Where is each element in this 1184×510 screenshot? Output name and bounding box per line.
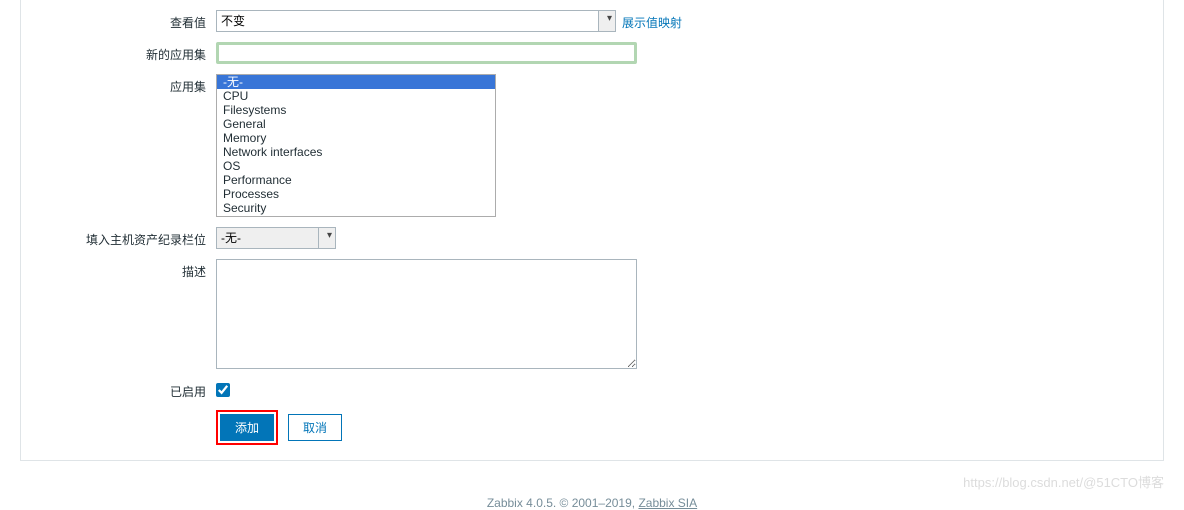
label-applications: 应用集 <box>41 74 216 95</box>
list-item[interactable]: OS <box>217 159 495 173</box>
row-inventory: 填入主机资产纪录栏位 -无- <box>41 227 1143 249</box>
input-new-application[interactable] <box>216 42 637 64</box>
select-view-values[interactable]: 不变 <box>216 10 616 32</box>
list-item[interactable]: Security <box>217 201 495 215</box>
row-new-app: 新的应用集 <box>41 42 1143 64</box>
list-item[interactable]: Memory <box>217 131 495 145</box>
checkbox-enabled[interactable] <box>216 383 230 397</box>
row-view-values: 查看值 不变 展示值映射 <box>41 10 1143 32</box>
button-row: 添加 取消 <box>216 410 1143 445</box>
list-item[interactable]: Performance <box>217 173 495 187</box>
cancel-button[interactable]: 取消 <box>288 414 342 441</box>
select-inventory-wrapper: -无- <box>216 227 336 249</box>
list-item[interactable]: CPU <box>217 89 495 103</box>
list-item[interactable]: Filesystems <box>217 103 495 117</box>
form-container: 查看值 不变 展示值映射 新的应用集 应用集 -无- CPU Filesyste… <box>20 0 1164 461</box>
watermark: https://blog.csdn.net/@51CTO博客 <box>963 472 1164 491</box>
list-item[interactable]: Network interfaces <box>217 145 495 159</box>
select-view-values-wrapper: 不变 <box>216 10 616 32</box>
add-button[interactable]: 添加 <box>220 414 274 441</box>
label-new-app: 新的应用集 <box>41 42 216 63</box>
list-item[interactable]: Processes <box>217 187 495 201</box>
label-description: 描述 <box>41 259 216 280</box>
row-description: 描述 <box>41 259 1143 369</box>
list-item[interactable]: -无- <box>217 75 495 89</box>
link-show-value-mapping[interactable]: 展示值映射 <box>622 10 682 31</box>
footer-link[interactable]: Zabbix SIA <box>638 496 697 510</box>
highlight-box: 添加 <box>216 410 278 445</box>
label-enabled: 已启用 <box>41 379 216 400</box>
textarea-description[interactable] <box>216 259 637 369</box>
list-item[interactable]: General <box>217 117 495 131</box>
select-inventory[interactable]: -无- <box>216 227 336 249</box>
label-view-values: 查看值 <box>41 10 216 31</box>
label-inventory: 填入主机资产纪录栏位 <box>41 227 216 248</box>
footer-text: Zabbix 4.0.5. © 2001–2019, <box>487 496 639 510</box>
row-applications: 应用集 -无- CPU Filesystems General Memory N… <box>41 74 1143 217</box>
listbox-applications[interactable]: -无- CPU Filesystems General Memory Netwo… <box>216 74 496 217</box>
row-enabled: 已启用 <box>41 379 1143 400</box>
